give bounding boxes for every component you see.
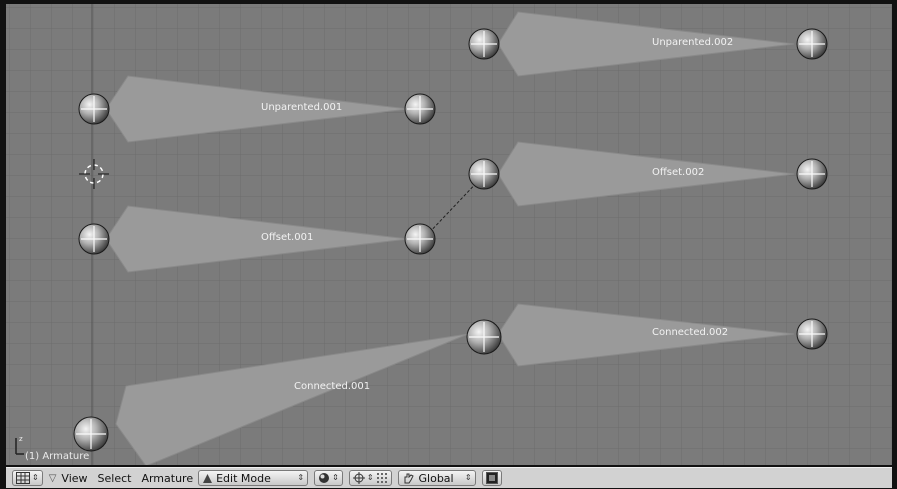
- bone-label: Offset.001: [261, 232, 313, 243]
- editor-type-button[interactable]: ⇕: [12, 470, 43, 486]
- viewport-header: ⇕ ▽ View Select Armature Edit Mode ⇕ ⇕ ⇕: [6, 467, 892, 488]
- pivot-point-button[interactable]: ⇕: [348, 470, 392, 486]
- grid-icon: [16, 472, 30, 484]
- transform-orientation-select[interactable]: Global ⇕: [397, 470, 476, 486]
- bone-label: Unparented.002: [652, 37, 733, 48]
- render-preview-button[interactable]: [481, 470, 502, 486]
- viewport-canvas[interactable]: Unparented.001 Offset.001 Connected.001 …: [6, 4, 892, 465]
- collapse-menu-icon[interactable]: ▽: [49, 470, 57, 486]
- menu-view[interactable]: View: [56, 470, 92, 486]
- menu-select[interactable]: Select: [93, 470, 137, 486]
- updown-icon: ⇕: [366, 473, 374, 482]
- pivot-icon: [352, 472, 365, 484]
- bone-joint-icon[interactable]: [796, 158, 828, 190]
- 3d-viewport[interactable]: Unparented.001 Offset.001 Connected.001 …: [6, 4, 892, 465]
- axis-z-label: z: [19, 435, 23, 443]
- hand-icon: [404, 473, 414, 484]
- shading-icon: [319, 473, 330, 483]
- bone-joint-icon[interactable]: [796, 318, 828, 350]
- bone-joint-icon[interactable]: [466, 319, 502, 355]
- mode-select[interactable]: Edit Mode ⇕: [198, 470, 309, 486]
- updown-icon: ⇕: [297, 473, 305, 482]
- bone-joint-icon[interactable]: [78, 93, 110, 125]
- bone-joint-icon[interactable]: [468, 158, 500, 190]
- bone-joint-icon[interactable]: [796, 28, 828, 60]
- mode-value: Edit Mode: [216, 471, 271, 485]
- updown-icon: ⇕: [32, 473, 39, 482]
- updown-icon: ⇕: [332, 473, 339, 482]
- bone-label: Connected.001: [294, 381, 370, 392]
- updown-icon: ⇕: [464, 473, 472, 482]
- menu-armature[interactable]: Armature: [136, 470, 198, 486]
- bone-joint-icon[interactable]: [468, 28, 500, 60]
- bone-joint-icon[interactable]: [404, 93, 436, 125]
- bone-joint-icon[interactable]: [78, 223, 110, 255]
- bone-joint-icon[interactable]: [73, 416, 109, 452]
- snap-grid-icon: [376, 473, 387, 483]
- bone-label: Unparented.001: [261, 102, 342, 113]
- bone-label: Connected.002: [652, 327, 728, 338]
- orientation-value: Global: [418, 471, 454, 485]
- blender-window: Unparented.001 Offset.001 Connected.001 …: [0, 0, 897, 489]
- image-icon: [485, 472, 498, 484]
- bone-label: Offset.002: [652, 167, 704, 178]
- bone-joint-icon[interactable]: [404, 223, 436, 255]
- active-object-label: (1) Armature: [25, 451, 90, 462]
- edit-mode-icon: [203, 473, 213, 483]
- viewport-shading-button[interactable]: ⇕: [314, 470, 343, 486]
